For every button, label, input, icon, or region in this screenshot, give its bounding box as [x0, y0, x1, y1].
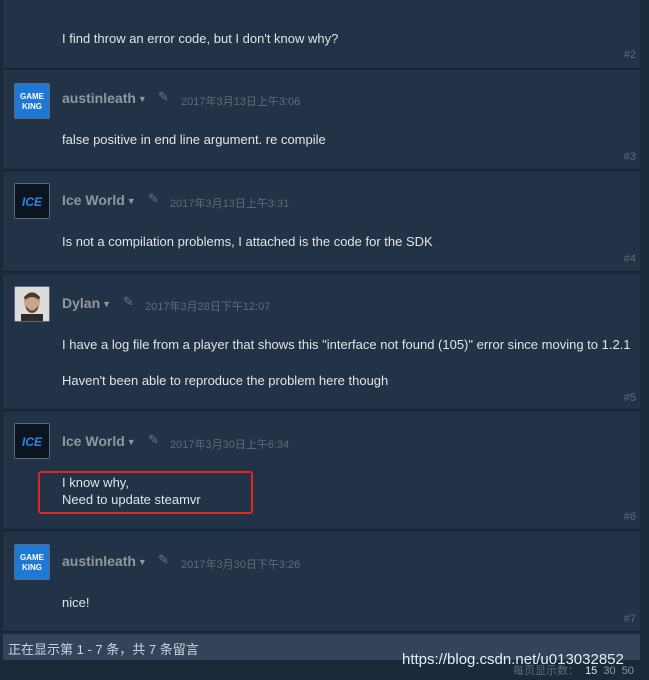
author-name[interactable]: Ice World ▼: [62, 192, 136, 208]
author-name[interactable]: Ice World ▼: [62, 433, 136, 449]
svg-text:KING: KING: [22, 563, 42, 572]
ice-logo: ICE: [15, 424, 49, 458]
comment-text: Is not a compilation problems, I attache…: [62, 234, 433, 249]
ice-logo: ICE: [15, 184, 49, 218]
award-icon[interactable]: ✎: [158, 89, 169, 105]
comment-text: I find throw an error code, but I don't …: [62, 31, 339, 46]
comment-post: I find throw an error code, but I don't …: [3, 0, 640, 69]
award-icon[interactable]: ✎: [148, 432, 159, 448]
post-date: 2017年3月30日下午3:26: [181, 559, 301, 571]
author-name[interactable]: austinleath ▼: [62, 553, 147, 569]
chevron-down-icon[interactable]: ▼: [127, 196, 136, 206]
comment-text: I have a log file from a player that sho…: [62, 337, 631, 352]
avatar[interactable]: ICE: [14, 423, 50, 459]
svg-text:GAME: GAME: [20, 92, 45, 101]
post-date: 2017年3月30日上午6:34: [170, 439, 290, 451]
chevron-down-icon[interactable]: ▼: [127, 437, 136, 447]
red-highlight-box: [38, 471, 253, 514]
comment-number[interactable]: #6: [624, 511, 636, 523]
comment-number[interactable]: #5: [624, 392, 636, 404]
comment-post: Dylan ▼ ✎ 2017年3月28日下午12:07 I have a log …: [3, 274, 640, 410]
post-date: 2017年3月13日上午3:06: [181, 96, 301, 108]
svg-text:KING: KING: [22, 102, 42, 111]
game-king-logo: GAME KING: [15, 84, 49, 118]
award-icon[interactable]: ✎: [148, 191, 159, 207]
svg-text:ICE: ICE: [22, 195, 43, 209]
author-name[interactable]: Dylan ▼: [62, 295, 111, 311]
comment-number[interactable]: #4: [624, 253, 636, 265]
post-date: 2017年3月28日下午12:07: [145, 301, 271, 313]
chevron-down-icon[interactable]: ▼: [138, 557, 147, 567]
comment-number[interactable]: #3: [624, 151, 636, 163]
comment-number[interactable]: #7: [624, 613, 636, 625]
comment-post: ICE Ice World ▼ ✎ 2017年3月13日上午3:31 Is not…: [3, 172, 640, 272]
avatar[interactable]: GAME KING: [14, 83, 50, 119]
game-king-logo: GAME KING: [15, 545, 49, 579]
award-icon[interactable]: ✎: [123, 294, 134, 310]
comment-text-line: Haven't been able to reproduce the probl…: [62, 373, 389, 388]
comment-number[interactable]: #2: [624, 49, 636, 61]
watermark-text: https://blog.csdn.net/u013032852: [402, 651, 624, 668]
user-photo: [15, 287, 49, 321]
author-name[interactable]: austinleath ▼: [62, 90, 147, 106]
discussion-thread: I find throw an error code, but I don't …: [0, 0, 649, 680]
avatar[interactable]: ICE: [14, 183, 50, 219]
comment-text: false positive in end line argument. re …: [62, 132, 326, 147]
comment-post: GAME KING austinleath ▼ ✎ 2017年3月30日下午3:2…: [3, 532, 640, 632]
award-icon[interactable]: ✎: [158, 552, 169, 568]
chevron-down-icon[interactable]: ▼: [102, 299, 111, 309]
comment-post: GAME KING austinleath ▼ ✎ 2017年3月13日上午3:0…: [3, 70, 640, 170]
svg-text:ICE: ICE: [22, 435, 43, 449]
comment-text: nice!: [62, 595, 90, 610]
showing-count-text: 正在显示第 1 - 7 条，共 7 条留言: [8, 642, 199, 657]
post-date: 2017年3月13日上午3:31: [170, 198, 290, 210]
chevron-down-icon[interactable]: ▼: [138, 94, 147, 104]
avatar[interactable]: GAME KING: [14, 544, 50, 580]
svg-text:GAME: GAME: [20, 553, 45, 562]
avatar[interactable]: [14, 286, 50, 322]
